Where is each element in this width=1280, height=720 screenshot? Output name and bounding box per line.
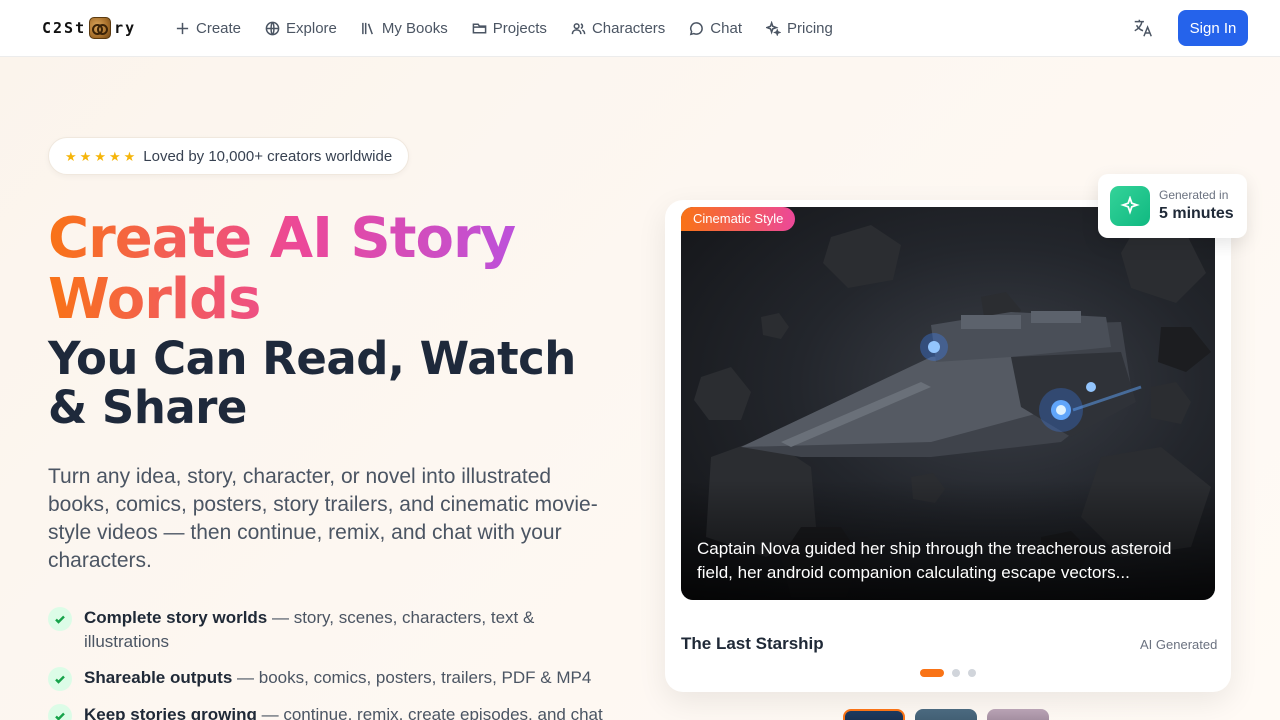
story-illustration[interactable]: Captain Nova guided her ship through the… (681, 207, 1215, 600)
top-nav: C2St ry Create Explore My Books Projects… (0, 0, 1280, 57)
nav-create[interactable]: Create (175, 20, 241, 37)
feature-description: — books, comics, posters, trailers, PDF … (232, 668, 592, 687)
ai-generated-label: AI Generated (1140, 637, 1218, 652)
carousel-dot-2[interactable] (952, 669, 960, 677)
nav-links: Create Explore My Books Projects Charact… (175, 0, 833, 57)
folder-icon (472, 23, 487, 34)
generated-label: Generated in (1159, 188, 1229, 202)
thumbnail-2[interactable] (915, 709, 977, 720)
nav-chat-label: Chat (710, 20, 742, 37)
nav-explore[interactable]: Explore (265, 20, 337, 37)
feature-item: Shareable outputs — books, comics, poste… (48, 666, 618, 691)
nav-create-label: Create (196, 20, 242, 37)
books-icon (362, 22, 373, 35)
star-icon: ★ (123, 148, 136, 164)
feature-list: Complete story worlds — story, scenes, c… (48, 606, 618, 720)
nav-chat[interactable]: Chat (689, 20, 742, 37)
star-icon: ★ (108, 148, 121, 164)
feature-item: Complete story worlds — story, scenes, c… (48, 606, 618, 654)
style-tag: Cinematic Style (681, 207, 796, 231)
translate-icon (1134, 19, 1152, 37)
check-icon (48, 704, 72, 720)
thumbnail-strip (843, 709, 1049, 720)
headline-dark: You Can Read, Watch & Share (48, 332, 576, 434)
generated-text: Generated in 5 minutes (1159, 187, 1234, 225)
logo[interactable]: C2St ry (42, 16, 136, 40)
nav-my-books-label: My Books (381, 20, 448, 37)
feature-text: Keep stories growing — continue, remix, … (84, 703, 603, 720)
feature-item: Keep stories growing — continue, remix, … (48, 703, 618, 720)
nav-my-books[interactable]: My Books (361, 20, 448, 37)
nav-explore-label: Explore (286, 20, 337, 37)
star-icon: ★ (94, 148, 106, 164)
hero-description: Turn any idea, story, character, or nove… (48, 465, 598, 572)
feature-title: Shareable outputs (84, 668, 233, 687)
nav-pricing-label: Pricing (786, 20, 833, 37)
headline-gradient: Create AI Story Worlds (48, 208, 608, 330)
thumbnail-1[interactable] (843, 709, 905, 720)
social-proof-badge: ★ ★ ★ ★ ★ Loved by 10,000+ creators worl… (48, 137, 410, 175)
feature-text: Complete story worlds — story, scenes, c… (84, 606, 618, 654)
nav-projects[interactable]: Projects (472, 20, 547, 37)
star-icon: ★ (79, 148, 92, 164)
carousel-dots (920, 669, 976, 677)
nav-projects-label: Projects (492, 20, 547, 37)
feature-description: — continue, remix, create episodes, and … (256, 705, 603, 720)
nav-characters[interactable]: Characters (571, 20, 665, 37)
thumbnail-3[interactable] (987, 709, 1049, 720)
social-proof-text: Loved by 10,000+ creators worldwide (143, 147, 393, 165)
feature-title: Complete story worlds (84, 608, 268, 627)
logo-text-right: ry (114, 19, 137, 37)
generated-value: 5 minutes (1159, 205, 1234, 222)
generated-time-badge: Generated in 5 minutes (1098, 174, 1247, 238)
story-caption: Captain Nova guided her ship through the… (697, 539, 1172, 582)
feature-text: Shareable outputs — books, comics, poste… (84, 666, 591, 691)
story-title: The Last Starship (681, 634, 824, 653)
sparkle-icon (1110, 186, 1150, 226)
nav-characters-label: Characters (591, 20, 666, 37)
check-icon (48, 607, 72, 631)
language-button[interactable] (1132, 17, 1156, 41)
logo-mask-icon (89, 17, 112, 39)
check-icon (48, 667, 72, 691)
feature-title: Keep stories growing (84, 705, 257, 720)
sign-in-button[interactable]: Sign In (1178, 10, 1248, 46)
rating-stars: ★ ★ ★ ★ ★ (65, 150, 135, 163)
logo-text-left: C2St (42, 19, 87, 37)
users-icon (571, 23, 586, 35)
carousel-dot-1[interactable] (920, 669, 944, 677)
nav-pricing[interactable]: Pricing (765, 20, 833, 37)
star-icon: ★ (65, 148, 77, 164)
chat-bubble-icon (690, 22, 704, 36)
sparkles-icon (765, 21, 781, 36)
carousel-dot-3[interactable] (968, 669, 976, 677)
globe-icon (265, 21, 280, 36)
plus-icon (176, 22, 189, 35)
